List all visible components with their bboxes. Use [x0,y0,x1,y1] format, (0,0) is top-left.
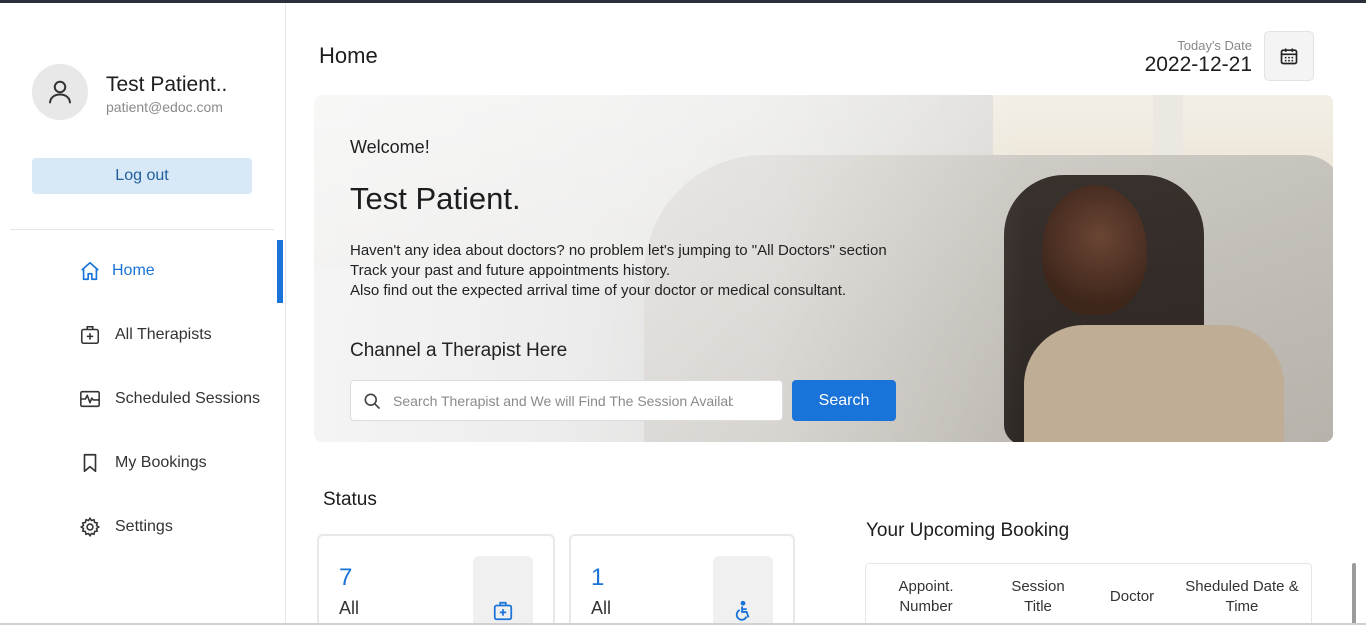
upcoming-booking-title: Your Upcoming Booking [866,520,1070,541]
calendar-button[interactable] [1264,31,1314,81]
profile-name: Test Patient.. [106,73,228,96]
hero-description-line: Haven't any idea about doctors? no probl… [350,242,887,259]
sidebar-divider [10,229,274,230]
hero-description: Haven't any idea about doctors? no probl… [350,241,887,301]
sidebar-item-scheduled-sessions[interactable]: Scheduled Sessions [0,368,286,430]
medical-kit-icon [493,601,513,621]
search-button[interactable]: Search [792,380,896,421]
search-box [350,380,783,421]
therapist-search-input[interactable] [393,392,733,409]
column-header-scheduled-date-time: Sheduled Date & Time [1185,578,1299,615]
status-card-count: 1 [591,564,605,591]
hero-patient-name: Test Patient. [350,181,521,216]
sidebar-item-label: Home [112,262,155,279]
status-card-therapists[interactable]: 7 All [317,534,555,625]
sidebar: Test Patient.. patient@edoc.com Log out … [0,3,286,625]
column-header-session-title: Session Title [1011,578,1065,615]
gear-icon [78,515,102,539]
channel-therapist-heading: Channel a Therapist Here [350,340,568,361]
status-card-count: 7 [339,564,353,591]
sidebar-item-label: Scheduled Sessions [115,390,260,407]
status-card-label: All [339,598,360,618]
status-card-patients[interactable]: 1 All [569,534,795,625]
medical-kit-icon [78,323,102,347]
page-scrollbar[interactable] [1352,563,1356,625]
user-icon [49,80,71,104]
active-indicator [277,240,283,303]
page-title: Home [319,43,378,68]
heartbeat-icon [78,387,102,411]
calendar-icon [1280,48,1298,65]
sidebar-item-label: All Therapists [115,326,212,343]
status-card-icon-box [473,556,533,625]
status-card-label: All [591,598,612,618]
wheelchair-icon [735,600,750,621]
hero-banner: Welcome! Test Patient. Haven't any idea … [314,95,1333,442]
home-icon [78,259,102,283]
sidebar-item-label: Settings [115,518,173,535]
search-icon [351,391,393,411]
welcome-text: Welcome! [350,137,430,157]
sidebar-item-label: My Bookings [115,454,207,471]
column-header-appointment-number: Appoint. Number [898,578,954,615]
profile-email: patient@edoc.com [106,99,223,115]
hero-description-line: Also find out the expected arrival time … [350,282,847,299]
avatar [32,64,88,120]
sidebar-item-all-therapists[interactable]: All Therapists [0,304,286,366]
sidebar-item-my-bookings[interactable]: My Bookings [0,432,286,494]
upcoming-booking-table: Appoint. Number Session Title Doctor She… [865,563,1312,625]
logout-button[interactable]: Log out [32,158,252,194]
date-value: 2022-12-21 [1144,53,1252,76]
bookmark-icon [78,451,102,475]
sidebar-item-home[interactable]: Home [0,240,286,302]
status-title: Status [323,489,377,510]
sidebar-item-settings[interactable]: Settings [0,496,286,558]
hero-description-line: Track your past and future appointments … [350,262,671,279]
date-label: Today's Date [1177,38,1252,53]
status-card-icon-box [713,556,773,625]
column-header-doctor: Doctor [1109,588,1155,605]
